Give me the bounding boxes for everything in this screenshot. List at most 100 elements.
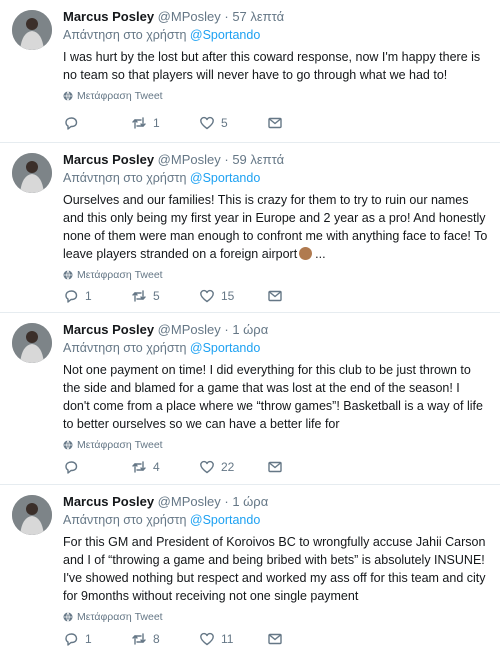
retweet-button[interactable]: 4: [131, 459, 199, 475]
reply-button[interactable]: [63, 115, 131, 131]
tweet[interactable]: Marcus Posley @MPosley · 1 ώρα Απάντηση …: [0, 485, 500, 650]
reply-to-line: Απάντηση στο χρήστη @Sportando: [63, 512, 488, 528]
direct-message-button[interactable]: [267, 288, 335, 304]
reply-count: 1: [85, 289, 92, 303]
separator: ·: [224, 9, 229, 24]
tweet[interactable]: Marcus Posley @MPosley · 57 λεπτά Απάντη…: [0, 0, 500, 143]
retweet-icon: [132, 290, 146, 302]
direct-message-button[interactable]: [267, 115, 335, 131]
timestamp[interactable]: 57 λεπτά: [232, 9, 284, 24]
author-handle[interactable]: @MPosley: [158, 9, 221, 24]
tweet[interactable]: Marcus Posley @MPosley · 1 ώρα Απάντηση …: [0, 313, 500, 485]
avatar[interactable]: [12, 153, 52, 193]
tweet-text-body: Ourselves and our families! This is craz…: [63, 193, 488, 261]
timestamp[interactable]: 1 ώρα: [232, 322, 268, 337]
retweet-button[interactable]: 8: [131, 631, 199, 647]
reply-to-mention[interactable]: @Sportando: [190, 28, 260, 42]
reply-icon: [65, 633, 78, 646]
retweet-icon: [132, 633, 146, 645]
translate-link[interactable]: Μετάφραση Tweet: [63, 269, 488, 281]
author-handle[interactable]: @MPosley: [158, 322, 221, 337]
message-icon: [268, 633, 282, 645]
reply-to-line: Απάντηση στο χρήστη @Sportando: [63, 27, 488, 43]
translate-link[interactable]: Μετάφραση Tweet: [63, 90, 488, 102]
tweet-text: For this GM and President of Koroivos BC…: [63, 535, 486, 603]
reply-icon: [65, 290, 78, 303]
reply-to-label: Απάντηση στο χρήστη: [63, 28, 187, 42]
tweet-text: Ourselves and our families! This is craz…: [63, 191, 488, 263]
tweet-actions: 1 8 11: [63, 631, 335, 647]
like-icon: [200, 460, 214, 474]
message-icon: [268, 117, 282, 129]
retweet-button[interactable]: 1: [131, 115, 199, 131]
tweet-text: I was hurt by the lost but after this co…: [63, 50, 481, 82]
tweet-feed: Marcus Posley @MPosley · 57 λεπτά Απάντη…: [0, 0, 500, 650]
avatar[interactable]: [12, 323, 52, 363]
like-button[interactable]: 22: [199, 459, 267, 475]
like-count: 15: [221, 289, 235, 303]
reply-to-label: Απάντηση στο χρήστη: [63, 341, 187, 355]
like-button[interactable]: 15: [199, 288, 267, 304]
retweet-count: 5: [153, 289, 160, 303]
tweet-text-ellipsis: ...: [315, 247, 326, 261]
like-icon: [200, 632, 214, 646]
avatar[interactable]: [12, 10, 52, 50]
tweet[interactable]: Marcus Posley @MPosley · 59 λεπτά Απάντη…: [0, 143, 500, 313]
direct-message-button[interactable]: [267, 631, 335, 647]
translate-label: Μετάφραση Tweet: [77, 269, 163, 281]
translate-link[interactable]: Μετάφραση Tweet: [63, 611, 488, 623]
retweet-icon: [132, 461, 146, 473]
separator: ·: [224, 494, 229, 509]
reply-to-mention[interactable]: @Sportando: [190, 513, 260, 527]
like-button[interactable]: 11: [199, 631, 267, 647]
reply-to-mention[interactable]: @Sportando: [190, 171, 260, 185]
translate-link[interactable]: Μετάφραση Tweet: [63, 439, 488, 451]
globe-icon: [63, 440, 73, 450]
translate-label: Μετάφραση Tweet: [77, 439, 163, 451]
like-count: 22: [221, 460, 235, 474]
globe-icon: [63, 91, 73, 101]
like-count: 5: [221, 116, 228, 130]
reply-to-label: Απάντηση στο χρήστη: [63, 513, 187, 527]
separator: ·: [224, 152, 229, 167]
retweet-count: 8: [153, 632, 160, 646]
author-handle[interactable]: @MPosley: [158, 152, 221, 167]
retweet-count: 1: [153, 116, 160, 130]
retweet-count: 4: [153, 460, 160, 474]
author-name[interactable]: Marcus Posley: [63, 322, 154, 337]
tweet-actions: 1 5: [63, 115, 335, 131]
like-button[interactable]: 5: [199, 115, 267, 131]
reply-to-line: Απάντηση στο χρήστη @Sportando: [63, 340, 488, 356]
author-name[interactable]: Marcus Posley: [63, 9, 154, 24]
tweet-actions: 1 5 15: [63, 288, 335, 304]
author-name[interactable]: Marcus Posley: [63, 152, 154, 167]
separator: ·: [224, 322, 229, 337]
like-icon: [200, 289, 214, 303]
like-icon: [200, 116, 214, 130]
reply-button[interactable]: 1: [63, 631, 131, 647]
message-icon: [268, 290, 282, 302]
globe-icon: [63, 270, 73, 280]
reply-to-line: Απάντηση στο χρήστη @Sportando: [63, 170, 488, 186]
reply-button[interactable]: [63, 459, 131, 475]
ok-hand-emoji: [299, 247, 313, 260]
like-count: 11: [221, 632, 234, 646]
reply-icon: [65, 117, 78, 130]
timestamp[interactable]: 1 ώρα: [232, 494, 268, 509]
message-icon: [268, 461, 282, 473]
tweet-text: Not one payment on time! I did everythin…: [63, 363, 483, 431]
reply-button[interactable]: 1: [63, 288, 131, 304]
author-name[interactable]: Marcus Posley: [63, 494, 154, 509]
author-handle[interactable]: @MPosley: [158, 494, 221, 509]
reply-to-mention[interactable]: @Sportando: [190, 341, 260, 355]
retweet-button[interactable]: 5: [131, 288, 199, 304]
reply-to-label: Απάντηση στο χρήστη: [63, 171, 187, 185]
reply-icon: [65, 461, 78, 474]
timestamp[interactable]: 59 λεπτά: [232, 152, 284, 167]
translate-label: Μετάφραση Tweet: [77, 611, 163, 623]
tweet-actions: 4 22: [63, 459, 335, 475]
translate-label: Μετάφραση Tweet: [77, 90, 163, 102]
direct-message-button[interactable]: [267, 459, 335, 475]
reply-count: 1: [85, 632, 92, 646]
avatar[interactable]: [12, 495, 52, 535]
